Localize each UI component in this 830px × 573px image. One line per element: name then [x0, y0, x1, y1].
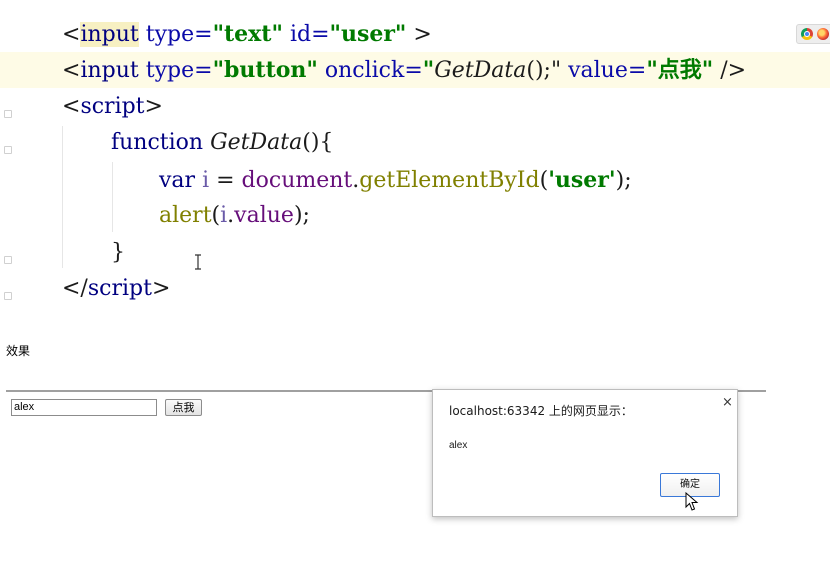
- tag-close: >: [144, 94, 163, 119]
- attr-quote: ": [422, 57, 435, 83]
- close-icon[interactable]: ×: [722, 396, 733, 410]
- text-cursor-icon: [195, 254, 201, 270]
- tag-close: />: [720, 58, 747, 83]
- tag-open: <: [62, 58, 81, 83]
- attr-eq: =: [194, 22, 213, 47]
- handler-function: GetData: [434, 58, 527, 83]
- firefox-icon[interactable]: [817, 28, 829, 40]
- attr-value: "text": [212, 21, 283, 47]
- code-line-7: }: [111, 235, 125, 271]
- method-name: getElementById: [359, 168, 540, 193]
- function-call: alert: [159, 203, 212, 228]
- keyword: function: [111, 130, 204, 155]
- attr-name: type: [145, 58, 195, 83]
- mouse-pointer-icon: [685, 492, 699, 511]
- paren-open: (: [539, 168, 549, 193]
- indent-guide: [112, 162, 113, 232]
- tag-close: >: [413, 22, 432, 47]
- code-line-1: <input type="text" id="user" >: [62, 16, 432, 52]
- alert-message: alex: [449, 440, 468, 451]
- attr-value: "user": [329, 21, 407, 47]
- brace-open: {: [319, 130, 334, 155]
- effect-label: 效果: [6, 344, 31, 358]
- attr-eq: =: [311, 22, 330, 47]
- chrome-icon[interactable]: [801, 28, 813, 40]
- attr-quote: ": [646, 57, 658, 83]
- attr-eq: =: [404, 58, 423, 83]
- tag-open: </: [62, 276, 88, 301]
- tag-open: <: [62, 22, 81, 47]
- attr-eq: =: [194, 58, 213, 83]
- tag-close: >: [151, 276, 171, 301]
- attr-value: 点我: [657, 57, 702, 83]
- operator: =: [216, 168, 235, 193]
- alert-title: localhost:63342 上的网页显示：: [449, 404, 633, 418]
- code-line-8: </script>: [62, 271, 170, 307]
- attr-eq: =: [627, 58, 647, 83]
- attr-value: "button": [212, 57, 318, 83]
- attr-name: type: [145, 22, 195, 47]
- paren-close: );: [615, 168, 632, 193]
- fold-marker[interactable]: [4, 146, 12, 154]
- click-me-button[interactable]: 点我: [165, 399, 202, 416]
- function-name: GetData: [210, 130, 303, 155]
- indent-guide: [62, 126, 63, 268]
- parens: (): [302, 130, 320, 155]
- tag-name: input: [80, 22, 139, 47]
- fold-marker[interactable]: [4, 292, 12, 300]
- property-name: value: [234, 203, 294, 228]
- user-text-input[interactable]: alex: [11, 399, 157, 416]
- code-line-6: alert(i.value);: [159, 198, 310, 234]
- code-line-4: function GetData(){: [111, 125, 333, 161]
- handler-rest: ();": [526, 58, 562, 83]
- attr-name: id: [289, 22, 312, 47]
- string-literal: 'user': [548, 167, 616, 193]
- browser-icons: [796, 24, 830, 44]
- attr-name: value: [568, 58, 628, 83]
- code-line-3: <script>: [62, 89, 163, 125]
- code-line-5: var i = document.getElementById('user');: [159, 162, 632, 198]
- fold-marker[interactable]: [4, 110, 12, 118]
- attr-name: onclick: [324, 58, 405, 83]
- code-line-2: <input type="button" onclick="GetData();…: [62, 52, 746, 88]
- tag-open: <: [62, 94, 81, 119]
- object-name: document: [241, 168, 353, 193]
- code-editor[interactable]: <input type="text" id="user" > <input ty…: [0, 0, 830, 318]
- fold-marker[interactable]: [4, 256, 12, 264]
- paren-open: (: [211, 203, 221, 228]
- tag-name: input: [80, 58, 139, 83]
- tag-name: script: [80, 94, 145, 119]
- alert-dialog: localhost:63342 上的网页显示： × alex 确定: [432, 389, 738, 517]
- attr-quote: ": [701, 57, 714, 83]
- tag-name: script: [87, 276, 152, 301]
- paren-close: );: [293, 203, 310, 228]
- brace-close: }: [111, 240, 125, 265]
- variable-name: i: [202, 168, 210, 193]
- keyword: var: [159, 168, 196, 193]
